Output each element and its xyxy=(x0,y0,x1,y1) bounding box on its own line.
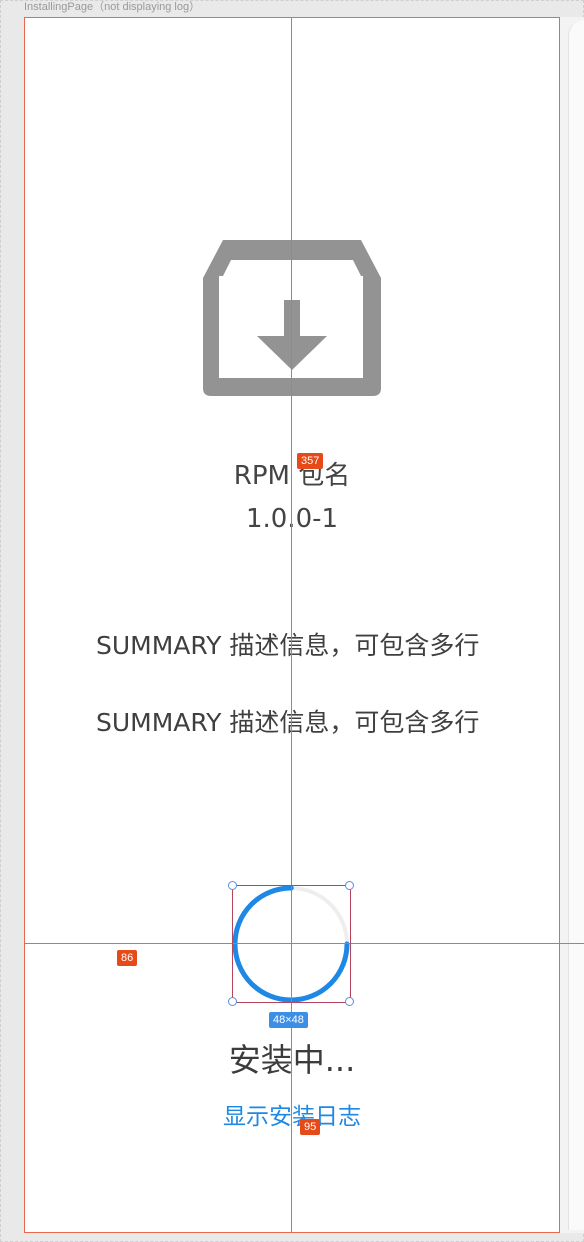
side-panel-edge xyxy=(568,20,584,1230)
size-badge: 48×48 xyxy=(269,1012,308,1028)
selection-handle xyxy=(345,997,354,1006)
measurement-badge: 86 xyxy=(117,950,138,966)
measurement-badge: 357 xyxy=(297,453,324,469)
selection-handle xyxy=(228,881,237,890)
vertical-center-guide xyxy=(291,17,292,1233)
measurement-badge: 95 xyxy=(300,1119,321,1135)
selection-handle xyxy=(345,881,354,890)
frame-outline-guide xyxy=(24,17,560,1233)
selection-handle xyxy=(228,997,237,1006)
frame-label: InstallingPage（not displaying log） xyxy=(24,1,201,13)
selection-box xyxy=(232,885,351,1003)
